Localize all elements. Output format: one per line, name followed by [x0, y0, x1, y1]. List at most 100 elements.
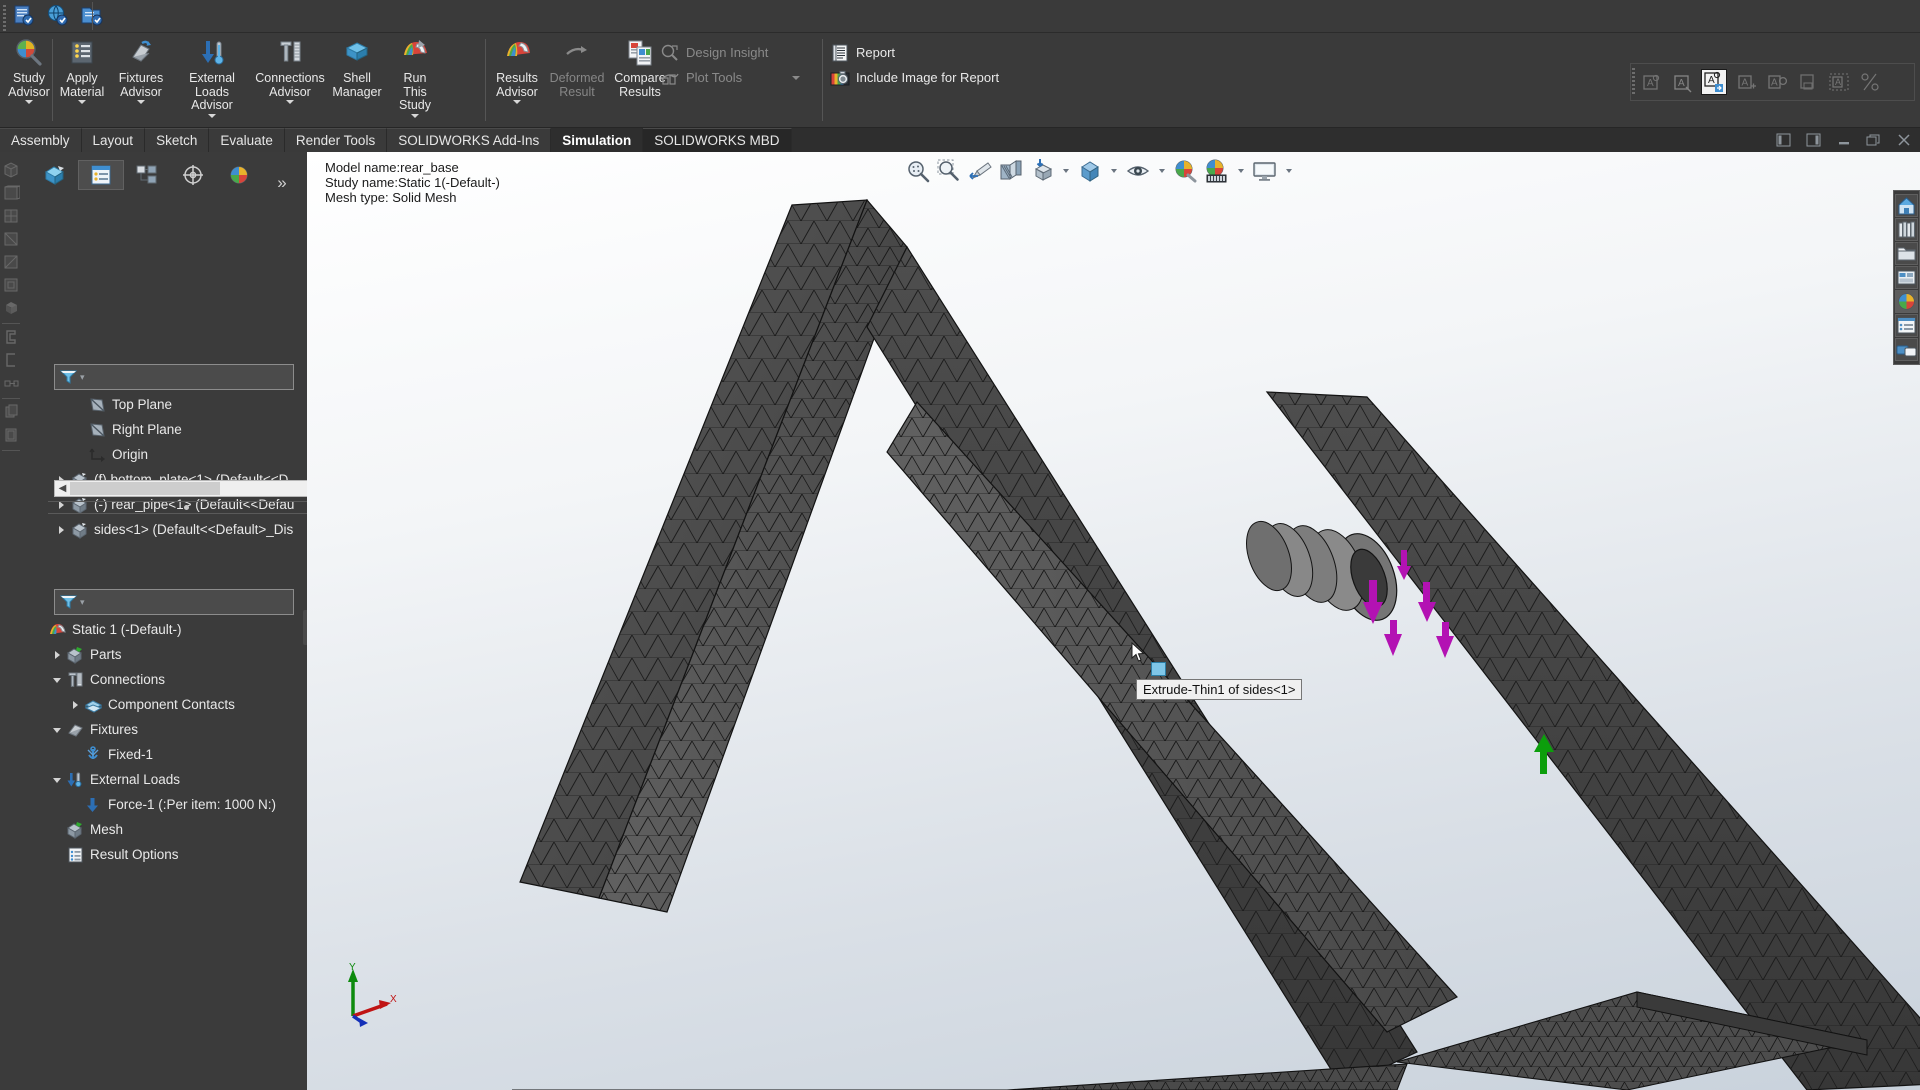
note-selected-icon[interactable]: A [1701, 69, 1727, 95]
twisty-expanded-icon[interactable] [50, 773, 64, 787]
run-this-study-dropdown-icon[interactable] [411, 113, 419, 118]
shell-manager-button[interactable]: Shell Manager [328, 33, 386, 99]
open-document-icon[interactable] [46, 3, 70, 27]
panel-splitter[interactable] [44, 503, 329, 512]
results-advisor-button[interactable]: Results Advisor [488, 33, 546, 104]
tree-item-right-plane[interactable]: Right Plane [54, 417, 308, 442]
tree-item-parts-label: Parts [90, 647, 122, 662]
left-rail-view-4-icon[interactable] [2, 230, 20, 250]
svg-text:A: A [1708, 75, 1715, 86]
left-rail-shaded-icon[interactable] [2, 299, 20, 319]
tree-item-result-options[interactable]: Result Options [32, 842, 322, 867]
connections-advisor-button[interactable]: Connections Advisor [252, 33, 328, 104]
external-loads-advisor-button[interactable]: External Loads Advisor [172, 33, 252, 118]
toolbar-grip[interactable] [2, 3, 7, 31]
tree-item-sides-label: sides<1> (Default<<Default>_Dis [94, 522, 294, 537]
study-advisor-dropdown-icon[interactable] [25, 100, 33, 104]
task-pane-view-palette-icon[interactable] [1895, 266, 1918, 289]
annotation-toolbar-grip[interactable] [1632, 66, 1636, 98]
twisty-collapsed-icon[interactable] [68, 698, 82, 712]
fixtures-icon [66, 721, 85, 739]
tree-item-parts[interactable]: Parts [32, 642, 322, 667]
plot-tools-dropdown-icon [792, 75, 801, 80]
include-image-for-report-item[interactable]: Include Image for Report [830, 65, 1090, 90]
pin-left-button[interactable] [1776, 133, 1792, 147]
tree-item-sides[interactable]: sides<1> (Default<<Default>_Dis [54, 517, 308, 542]
fm-tab-property-manager[interactable] [78, 160, 124, 190]
left-rail-view-1-icon[interactable] [2, 161, 20, 181]
tree-item-origin[interactable]: Origin [54, 442, 308, 467]
tree-item-connections[interactable]: Connections [32, 667, 322, 692]
task-pane-design-library-icon[interactable] [1895, 218, 1918, 241]
external-loads-dropdown-icon[interactable] [208, 113, 216, 118]
tab-evaluate[interactable]: Evaluate [209, 128, 285, 152]
task-pane-resources-icon[interactable] [1895, 194, 1918, 217]
left-rail-mate-3-icon[interactable] [2, 374, 20, 394]
left-rail-mate-1-icon[interactable] [2, 328, 20, 348]
connections-advisor-icon [274, 37, 306, 69]
graphics-viewport[interactable]: Model name:rear_base Study name:Static 1… [307, 152, 1920, 1090]
note-add-icon: A [1734, 70, 1758, 94]
left-rail-view-3-icon[interactable] [2, 207, 20, 227]
twisty-expanded-icon[interactable] [50, 723, 64, 737]
study-advisor-button[interactable]: Study Advisor [2, 33, 56, 104]
left-rail-view-5-icon[interactable] [2, 253, 20, 273]
tab-solidworks-addins[interactable]: SOLIDWORKS Add-Ins [387, 128, 552, 152]
tab-solidworks-mbd[interactable]: SOLIDWORKS MBD [643, 128, 792, 152]
apply-material-button[interactable]: Apply Material [54, 33, 110, 104]
task-pane-appearances-icon[interactable] [1895, 290, 1918, 313]
tree-item-static-1-label: Static 1 (-Default-) [72, 622, 182, 637]
tab-sketch[interactable]: Sketch [145, 128, 210, 152]
fm-tab-display-manager[interactable] [216, 160, 262, 190]
tab-render-tools[interactable]: Render Tools [284, 128, 388, 152]
tree-item-external-loads[interactable]: External Loads [32, 767, 322, 792]
tab-assembly[interactable]: Assembly [0, 128, 82, 152]
left-rail-view-2-icon[interactable] [2, 184, 20, 204]
tree-item-fixtures[interactable]: Fixtures [32, 717, 322, 742]
left-rail-view-6-icon[interactable] [2, 276, 20, 296]
fixtures-advisor-button[interactable]: Fixtures Advisor [110, 33, 172, 104]
study-filter-input[interactable]: ▾ [54, 589, 294, 615]
fixtures-advisor-dropdown-icon[interactable] [137, 100, 145, 104]
connections-advisor-dropdown-icon[interactable] [286, 100, 294, 104]
twisty-expanded-icon[interactable] [50, 673, 64, 687]
run-this-study-button[interactable]: Run This Study [386, 33, 444, 118]
tree-item-component-contacts[interactable]: Component Contacts [32, 692, 322, 717]
tree-item-force-1[interactable]: Force-1 (:Per item: 1000 N:) [32, 792, 322, 817]
twisty-collapsed-icon[interactable] [54, 523, 68, 537]
apply-material-dropdown-icon[interactable] [78, 100, 86, 104]
close-button[interactable] [1896, 133, 1912, 147]
left-rail-assembly-2-icon[interactable] [2, 426, 20, 446]
external-loads-label: External Loads Advisor [189, 71, 235, 112]
twisty-collapsed-icon[interactable] [50, 648, 64, 662]
tab-layout[interactable]: Layout [81, 128, 146, 152]
tabs-container: Assembly Layout Sketch Evaluate Render Tools… [0, 128, 1920, 152]
restore-button[interactable] [1866, 133, 1882, 147]
fixtures-advisor-label: Fixtures Advisor [118, 71, 164, 99]
fm-tabs-more-icon[interactable]: » [271, 168, 293, 198]
task-pane-custom-properties-icon[interactable] [1895, 314, 1918, 337]
tree-item-fixed-1[interactable]: Fixed-1 [32, 742, 322, 767]
deformed-result-button: Deformed Result [546, 33, 608, 99]
tree-item-mesh[interactable]: Mesh [32, 817, 322, 842]
tree-item-top-plane[interactable]: Top Plane [54, 392, 308, 417]
report-item[interactable]: Report [830, 40, 1090, 65]
triad-y-label: Y [349, 962, 356, 973]
assembly-filter-input[interactable]: ▾ [54, 364, 294, 390]
fm-tab-configuration-manager[interactable] [124, 160, 170, 190]
task-pane-simulation-icon[interactable] [1895, 338, 1918, 361]
meshed-model[interactable] [307, 152, 1920, 1090]
left-rail-assembly-1-icon[interactable] [2, 403, 20, 423]
fm-tab-dimxpert-manager[interactable] [170, 160, 216, 190]
tab-simulation[interactable]: Simulation [551, 128, 644, 152]
minimize-button[interactable] [1836, 133, 1852, 147]
new-document-icon[interactable] [12, 3, 36, 27]
assembly-tree-hscrollbar[interactable]: ◀ ▶ [54, 480, 321, 497]
svg-text:A: A [1835, 77, 1841, 87]
fm-tab-feature-tree[interactable] [32, 160, 78, 190]
left-rail-mate-2-icon[interactable] [2, 351, 20, 371]
pin-right-button[interactable] [1806, 133, 1822, 147]
results-advisor-dropdown-icon[interactable] [513, 100, 521, 104]
task-pane-file-explorer-icon[interactable] [1895, 242, 1918, 265]
tree-item-static-1[interactable]: Static 1 (-Default-) [32, 617, 322, 642]
